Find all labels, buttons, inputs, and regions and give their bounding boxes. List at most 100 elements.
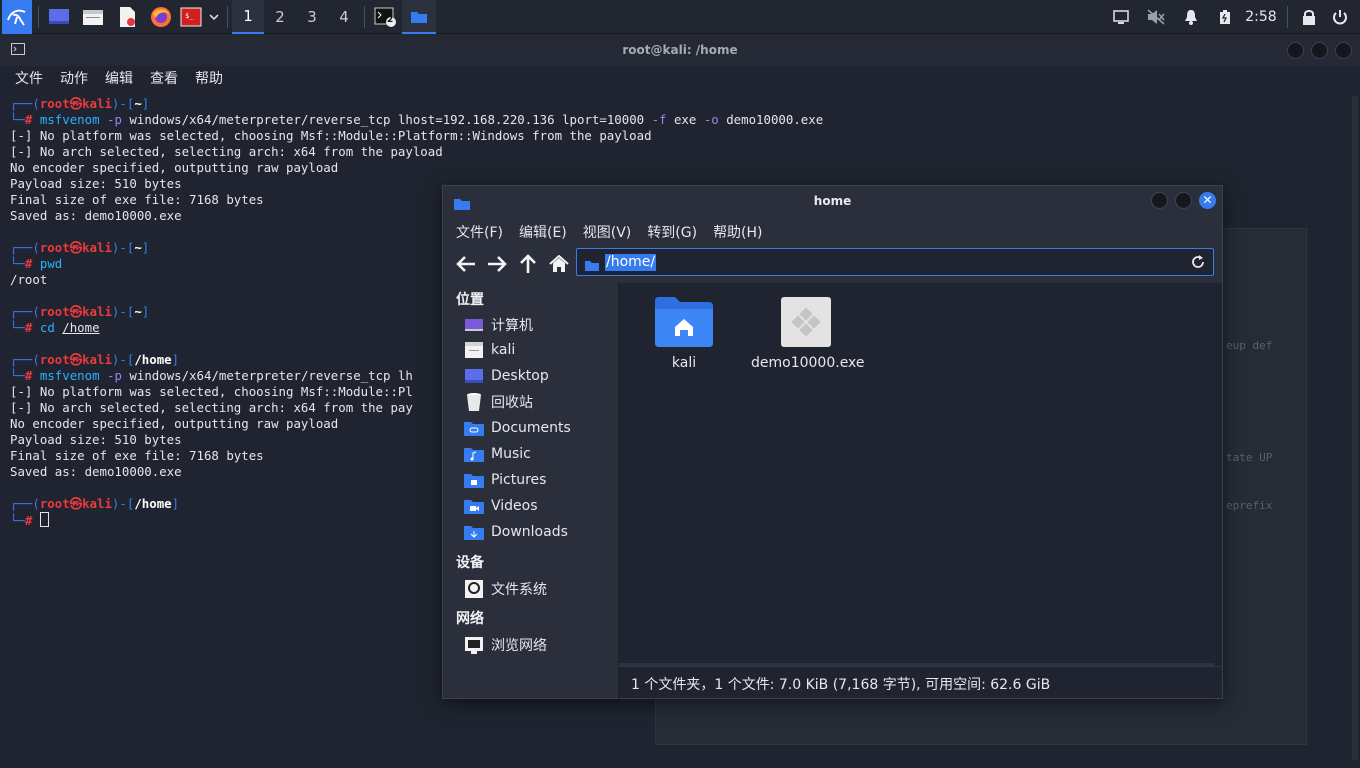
- status-bar: 1 个文件夹，1 个文件: 7.0 KiB (7,168 字节), 可用空间: …: [619, 666, 1222, 698]
- prompt-dir: ~: [134, 240, 142, 255]
- fm-close-button[interactable]: ✕: [1199, 192, 1216, 209]
- sidebar-item-label: 文件系统: [491, 582, 547, 598]
- terminal-space: [32, 112, 39, 127]
- show-desktop-icon[interactable]: [45, 0, 73, 34]
- location-bar[interactable]: /home/: [576, 248, 1214, 276]
- prompt-host: kali: [82, 96, 112, 111]
- workspace-3[interactable]: 3: [296, 0, 328, 34]
- up-arrow-icon[interactable]: [515, 251, 541, 277]
- kali-menu-icon[interactable]: [2, 0, 32, 34]
- terminal-title: root@kali: /home: [622, 43, 738, 57]
- workspace-1[interactable]: 1: [232, 0, 264, 34]
- fm-menu-file[interactable]: 文件(F): [456, 222, 503, 242]
- terminal-titlebar[interactable]: root@kali: /home: [0, 34, 1360, 66]
- output-line: No encoder specified, outputting raw pay…: [10, 160, 339, 175]
- command-name: cd: [39, 320, 55, 335]
- sidebar-item-kali[interactable]: kali: [463, 338, 613, 362]
- output-line: [-] No platform was selected, choosing M…: [10, 128, 652, 143]
- command-arg: /home: [62, 320, 100, 335]
- prompt-host: kali: [82, 304, 112, 319]
- folder-task-icon[interactable]: [402, 0, 436, 34]
- terminal-menu-help[interactable]: 帮助: [195, 68, 223, 90]
- bell-icon[interactable]: [1178, 0, 1204, 34]
- status-text: 1 个文件夹，1 个文件: 7.0 KiB (7,168 字节), 可用空间: …: [631, 677, 1051, 693]
- terminal-space: [32, 368, 39, 383]
- executable-icon: [751, 297, 861, 349]
- prompt-bracket: ]: [141, 304, 150, 319]
- sidebar-item-downloads[interactable]: Downloads: [463, 520, 613, 544]
- location-input[interactable]: /home/: [605, 254, 657, 271]
- prompt-host: kali: [82, 352, 112, 367]
- prompt-bracket: └─: [10, 368, 25, 383]
- prompt-host: kali: [82, 240, 112, 255]
- chevron-down-icon[interactable]: [205, 0, 223, 34]
- prompt-dir: /home: [134, 496, 172, 511]
- terminal-menu-view[interactable]: 查看: [150, 68, 178, 90]
- file-manager-icon[interactable]: [79, 0, 107, 34]
- fm-menu-help[interactable]: 帮助(H): [713, 222, 762, 242]
- battery-icon[interactable]: [1212, 0, 1238, 34]
- file-item-demo10000-exe[interactable]: demo10000.exe: [751, 297, 865, 371]
- speaker-muted-icon[interactable]: [1143, 0, 1169, 34]
- sidebar-item-documents[interactable]: Documents: [463, 416, 613, 440]
- sidebar-item-music[interactable]: Music: [463, 442, 613, 466]
- file-view[interactable]: kali demo10000.exe: [619, 283, 1222, 666]
- terminal-menu-edit[interactable]: 编辑: [105, 68, 133, 90]
- sidebar-item-label: Documents: [491, 420, 571, 436]
- fm-menu-edit[interactable]: 编辑(E): [519, 222, 567, 242]
- sidebar-item-trash[interactable]: 回收站: [463, 390, 613, 414]
- prompt-at: ㉿: [69, 240, 83, 255]
- lock-icon[interactable]: [1297, 0, 1321, 34]
- firefox-icon[interactable]: [147, 0, 175, 34]
- sidebar-heading-network: 网络: [456, 611, 484, 627]
- fm-maximize-button[interactable]: [1175, 192, 1192, 209]
- prompt-bracket: └─: [10, 513, 25, 528]
- terminal-task-icon[interactable]: 2: [370, 0, 400, 34]
- home-icon[interactable]: [546, 251, 572, 277]
- workspace-4[interactable]: 4: [328, 0, 360, 34]
- sidebar-item-videos[interactable]: Videos: [463, 494, 613, 518]
- red-app-icon[interactable]: $_: [179, 0, 203, 34]
- sidebar-item-computer[interactable]: 计算机: [463, 313, 613, 337]
- display-icon[interactable]: [1108, 0, 1134, 34]
- sidebar-item-filesystem[interactable]: 文件系统: [463, 577, 613, 601]
- prompt-bracket: )-[: [111, 496, 135, 511]
- videos-folder-icon: [463, 496, 485, 516]
- sidebar-item-label: Downloads: [491, 524, 568, 540]
- sidebar-item-pictures[interactable]: Pictures: [463, 468, 613, 492]
- taskbar-separator: [1287, 6, 1288, 28]
- prompt-user: root: [39, 496, 70, 511]
- prompt-user: root: [39, 240, 70, 255]
- forward-arrow-icon[interactable]: [484, 251, 510, 277]
- refresh-icon[interactable]: [1190, 254, 1206, 274]
- terminal-menu-action[interactable]: 动作: [60, 68, 88, 90]
- terminal-maximize-button[interactable]: [1311, 42, 1328, 59]
- fm-menu-go[interactable]: 转到(G): [647, 222, 697, 242]
- file-item-kali[interactable]: kali: [629, 297, 739, 371]
- fm-menu-view[interactable]: 视图(V): [583, 222, 632, 242]
- file-manager-titlebar[interactable]: home ✕: [443, 186, 1222, 216]
- sidebar-item-label: Music: [491, 446, 531, 462]
- terminal-scrollbar[interactable]: [1352, 96, 1358, 760]
- power-icon[interactable]: [1328, 0, 1352, 34]
- sidebar: 位置 计算机 kali Desktop 回收站 Documents Music …: [443, 282, 618, 698]
- workspace-2[interactable]: 2: [264, 0, 296, 34]
- sidebar-item-desktop[interactable]: Desktop: [463, 364, 613, 388]
- terminal-close-button[interactable]: [1335, 42, 1352, 59]
- terminal-minimize-button[interactable]: [1287, 42, 1304, 59]
- sidebar-item-browse-network[interactable]: 浏览网络: [463, 633, 613, 657]
- prompt-bracket: ┌──(: [10, 352, 40, 367]
- home-folder-icon: [463, 340, 485, 360]
- terminal-space: [32, 256, 39, 271]
- terminal-menu-file[interactable]: 文件: [15, 68, 43, 90]
- prompt-at: ㉿: [69, 496, 83, 511]
- clock[interactable]: 2:58: [1240, 0, 1282, 34]
- text-editor-icon[interactable]: [113, 0, 141, 34]
- file-manager-menubar: 文件(F) 编辑(E) 视图(V) 转到(G) 帮助(H): [456, 222, 779, 242]
- back-arrow-icon[interactable]: [453, 251, 479, 277]
- downloads-folder-icon: [463, 522, 485, 542]
- prompt-bracket: ]: [171, 496, 180, 511]
- fm-minimize-button[interactable]: [1151, 192, 1168, 209]
- prompt-bracket: ┌──(: [10, 304, 40, 319]
- trash-icon: [463, 392, 485, 412]
